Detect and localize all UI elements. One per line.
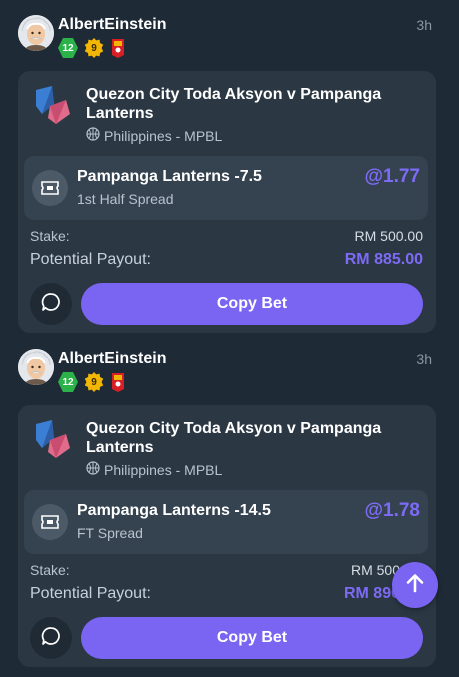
level-badge: 12	[58, 38, 78, 58]
team-flag-icon	[110, 37, 126, 59]
ticket-icon	[32, 504, 68, 540]
match-logo-icon	[32, 418, 72, 460]
league-label: Philippines - MPBL	[86, 461, 222, 478]
league-name: Philippines - MPBL	[104, 461, 223, 478]
user-badges: 12 9	[58, 371, 126, 393]
avatar[interactable]	[18, 15, 54, 51]
post-time: 3h	[416, 17, 432, 33]
post-header: AlbertEinstein 3h 12 9	[0, 0, 459, 64]
avatar[interactable]	[18, 349, 54, 385]
chat-button[interactable]	[30, 617, 72, 659]
payout-value: RM 885.00	[344, 251, 423, 268]
stake-label: Stake:	[30, 562, 70, 578]
selection-name: Pampanga Lanterns -7.5	[77, 168, 262, 185]
copy-bet-button[interactable]: Copy Bet	[81, 283, 423, 325]
odds-value: @1.78	[364, 500, 420, 521]
chat-bubble-icon	[41, 626, 61, 651]
team-flag-icon	[110, 371, 126, 393]
user-badges: 12 9	[58, 37, 126, 59]
payout-label: Potential Payout:	[30, 585, 151, 602]
market-name: 1st Half Spread	[77, 191, 174, 207]
ticket-icon	[32, 170, 68, 206]
basketball-icon	[86, 127, 100, 144]
match-logo-icon	[32, 84, 72, 126]
copy-bet-button[interactable]: Copy Bet	[81, 617, 423, 659]
bet-post: AlbertEinstein 3h 12 9 Quezon City Toda …	[0, 0, 459, 334]
bet-card: Quezon City Toda Aksyon v Pampanga Lante…	[18, 405, 436, 667]
arrow-up-icon	[404, 572, 426, 599]
match-title[interactable]: Quezon City Toda Aksyon v Pampanga Lante…	[86, 419, 416, 457]
league-name: Philippines - MPBL	[104, 127, 223, 144]
payout-label: Potential Payout:	[30, 251, 151, 268]
stake-value: RM 500.00	[354, 228, 423, 244]
chat-bubble-icon	[41, 292, 61, 317]
post-header: AlbertEinstein 3h 12 9	[0, 334, 459, 398]
selection-name: Pampanga Lanterns -14.5	[77, 502, 271, 519]
username[interactable]: AlbertEinstein	[58, 16, 166, 34]
scroll-to-top-button[interactable]	[392, 562, 438, 608]
bet-post: AlbertEinstein 3h 12 9 Quezon City Toda …	[0, 334, 459, 668]
bet-feed: AlbertEinstein 3h 12 9 Quezon City Toda …	[0, 0, 459, 668]
username[interactable]: AlbertEinstein	[58, 350, 166, 368]
streak-badge: 9	[84, 38, 104, 58]
streak-badge: 9	[84, 372, 104, 392]
level-badge: 12	[58, 372, 78, 392]
chat-button[interactable]	[30, 283, 72, 325]
selection-box[interactable]: Pampanga Lanterns -7.5 1st Half Spread @…	[24, 156, 428, 220]
basketball-icon	[86, 461, 100, 478]
stake-label: Stake:	[30, 228, 70, 244]
bet-card: Quezon City Toda Aksyon v Pampanga Lante…	[18, 71, 436, 333]
match-title[interactable]: Quezon City Toda Aksyon v Pampanga Lante…	[86, 85, 416, 123]
market-name: FT Spread	[77, 525, 143, 541]
league-label: Philippines - MPBL	[86, 127, 222, 144]
selection-box[interactable]: Pampanga Lanterns -14.5 FT Spread @1.78	[24, 490, 428, 554]
odds-value: @1.77	[364, 166, 420, 187]
post-time: 3h	[416, 351, 432, 367]
